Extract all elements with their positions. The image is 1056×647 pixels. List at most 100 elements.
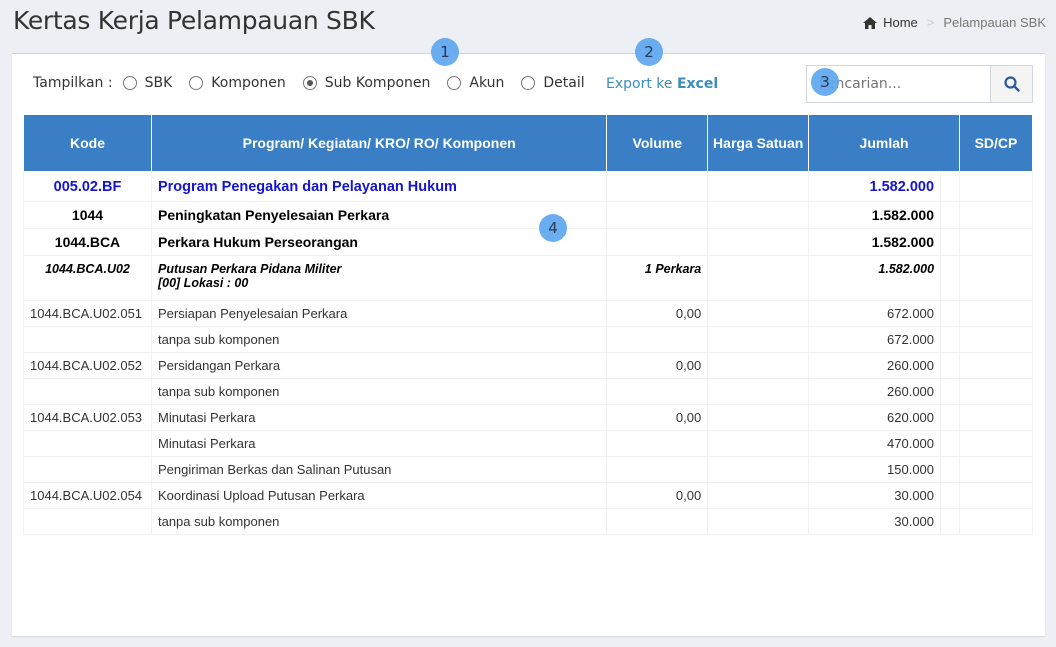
cell-jumlah: 30.000 xyxy=(808,482,942,509)
cell-sdcp xyxy=(959,430,1033,457)
export-excel-label: Excel xyxy=(676,76,719,92)
cell-jumlah: 470.000 xyxy=(808,430,942,457)
table-row: Pengiriman Berkas dan Salinan Putusan 15… xyxy=(23,456,1033,483)
cell-volume xyxy=(606,430,709,457)
display-options: Tampilkan : SBK Komponen Sub Komponen Ak… xyxy=(33,75,602,91)
cell-volume: 0,00 xyxy=(606,352,709,379)
cell-name-line: Putusan Perkara Pidana Militer xyxy=(157,262,342,276)
cell-code: 1044.BCA xyxy=(23,228,152,256)
home-icon xyxy=(863,16,878,29)
radio-option-detail[interactable]: Detail xyxy=(521,75,585,91)
page-title: Kertas Kerja Pelampauan SBK xyxy=(13,6,375,35)
cell-location-line: [00] Lokasi : 00 xyxy=(157,276,249,290)
search-button[interactable] xyxy=(991,65,1033,103)
cell-code xyxy=(23,326,152,353)
cell-volume xyxy=(606,508,709,535)
radio-label: Komponen xyxy=(211,75,286,91)
cell-name: Minutasi Perkara xyxy=(150,404,608,431)
radio-button[interactable] xyxy=(122,76,137,90)
cell-code: 005.02.BF xyxy=(23,171,152,202)
cell-spacer xyxy=(940,171,960,202)
cell-spacer xyxy=(940,300,960,327)
table-row: 1044.BCA Perkara Hukum Perseorangan 1.58… xyxy=(23,228,1033,256)
cell-spacer xyxy=(940,508,960,535)
cell-sdcp xyxy=(959,300,1033,327)
cell-volume xyxy=(606,171,709,202)
radio-button[interactable] xyxy=(189,76,204,90)
cell-sdcp xyxy=(959,456,1033,483)
cell-jumlah: 672.000 xyxy=(808,300,942,327)
cell-jumlah: 260.000 xyxy=(808,352,942,379)
cell-harga xyxy=(707,171,810,202)
cell-spacer xyxy=(940,430,960,457)
cell-jumlah: 30.000 xyxy=(808,508,942,535)
table-row: 1044.BCA.U02.052 Persidangan Perkara 0,0… xyxy=(23,352,1033,379)
cell-harga xyxy=(707,300,810,327)
cell-volume: 0,00 xyxy=(606,482,709,509)
table-row: 1044.BCA.U02.051 Persiapan Penyelesaian … xyxy=(23,300,1033,327)
cell-jumlah: 150.000 xyxy=(808,456,942,483)
cell-code xyxy=(23,456,152,483)
column-header-jumlah: Jumlah xyxy=(808,114,960,172)
radio-button[interactable] xyxy=(521,76,536,90)
table-row: 1044.BCA.U02.054 Koordinasi Upload Putus… xyxy=(23,482,1033,509)
annotation-badge-1: 1 xyxy=(431,38,459,66)
cell-spacer xyxy=(940,456,960,483)
cell-harga xyxy=(707,404,810,431)
column-header-sdcp: SD/CP xyxy=(959,114,1033,172)
cell-spacer xyxy=(940,228,960,256)
column-header-volume: Volume xyxy=(606,114,709,172)
cell-code xyxy=(23,430,152,457)
table-row: 005.02.BF Program Penegakan dan Pelayana… xyxy=(23,171,1033,202)
cell-sdcp xyxy=(959,171,1033,202)
cell-jumlah: 1.582.000 xyxy=(808,201,942,229)
cell-harga xyxy=(707,255,810,301)
table-row: tanpa sub komponen 672.000 xyxy=(23,326,1033,353)
cell-harga xyxy=(707,326,810,353)
radio-option-sub-komponen[interactable]: Sub Komponen xyxy=(302,75,431,91)
cell-name: tanpa sub komponen xyxy=(150,508,608,535)
cell-name: Putusan Perkara Pidana Militer [00] Loka… xyxy=(150,255,608,301)
cell-sdcp xyxy=(959,201,1033,229)
cell-name: Program Penegakan dan Pelayanan Hukum xyxy=(150,171,608,202)
export-excel-link[interactable]: Export ke Excel xyxy=(606,76,718,92)
table-row: tanpa sub komponen 30.000 xyxy=(23,508,1033,535)
annotation-badge-3: 3 xyxy=(811,68,839,96)
cell-harga xyxy=(707,456,810,483)
breadcrumb-current: Pelampauan SBK xyxy=(943,15,1046,30)
budget-table: Kode Program/ Kegiatan/ KRO/ RO/ Kompone… xyxy=(23,114,1033,535)
cell-volume xyxy=(606,326,709,353)
breadcrumb-home-link[interactable]: Home xyxy=(883,15,918,30)
cell-sdcp xyxy=(959,482,1033,509)
table-row: Minutasi Perkara 470.000 xyxy=(23,430,1033,457)
cell-jumlah: 1.582.000 xyxy=(808,228,942,256)
cell-name: Perkara Hukum Perseorangan xyxy=(150,228,608,256)
cell-name: Minutasi Perkara xyxy=(150,430,608,457)
radio-option-komponen[interactable]: Komponen xyxy=(189,75,286,91)
radio-option-sbk[interactable]: SBK xyxy=(122,75,172,91)
radio-button-checked[interactable] xyxy=(302,76,317,90)
cell-name: Persiapan Penyelesaian Perkara xyxy=(150,300,608,327)
cell-volume: 0,00 xyxy=(606,404,709,431)
radio-label: Sub Komponen xyxy=(324,75,431,91)
content-box: Tampilkan : SBK Komponen Sub Komponen Ak… xyxy=(12,53,1045,636)
cell-spacer xyxy=(940,404,960,431)
cell-spacer xyxy=(940,378,960,405)
cell-sdcp xyxy=(959,326,1033,353)
radio-button[interactable] xyxy=(447,76,462,90)
cell-harga xyxy=(707,352,810,379)
radio-label: Akun xyxy=(469,75,505,91)
cell-volume: 0,00 xyxy=(606,300,709,327)
radio-option-akun[interactable]: Akun xyxy=(447,75,504,91)
cell-jumlah: 1.582.000 xyxy=(808,171,942,202)
cell-jumlah: 672.000 xyxy=(808,326,942,353)
cell-code: 1044.BCA.U02.054 xyxy=(23,482,152,509)
cell-code: 1044 xyxy=(23,201,152,229)
cell-volume: 1 Perkara xyxy=(606,255,709,301)
cell-harga xyxy=(707,482,810,509)
table-row: 1044.BCA.U02.053 Minutasi Perkara 0,00 6… xyxy=(23,404,1033,431)
cell-jumlah: 620.000 xyxy=(808,404,942,431)
table-row: 1044 Peningkatan Penyelesaian Perkara 1.… xyxy=(23,201,1033,229)
radio-label: Detail xyxy=(543,75,585,91)
cell-volume xyxy=(606,201,709,229)
